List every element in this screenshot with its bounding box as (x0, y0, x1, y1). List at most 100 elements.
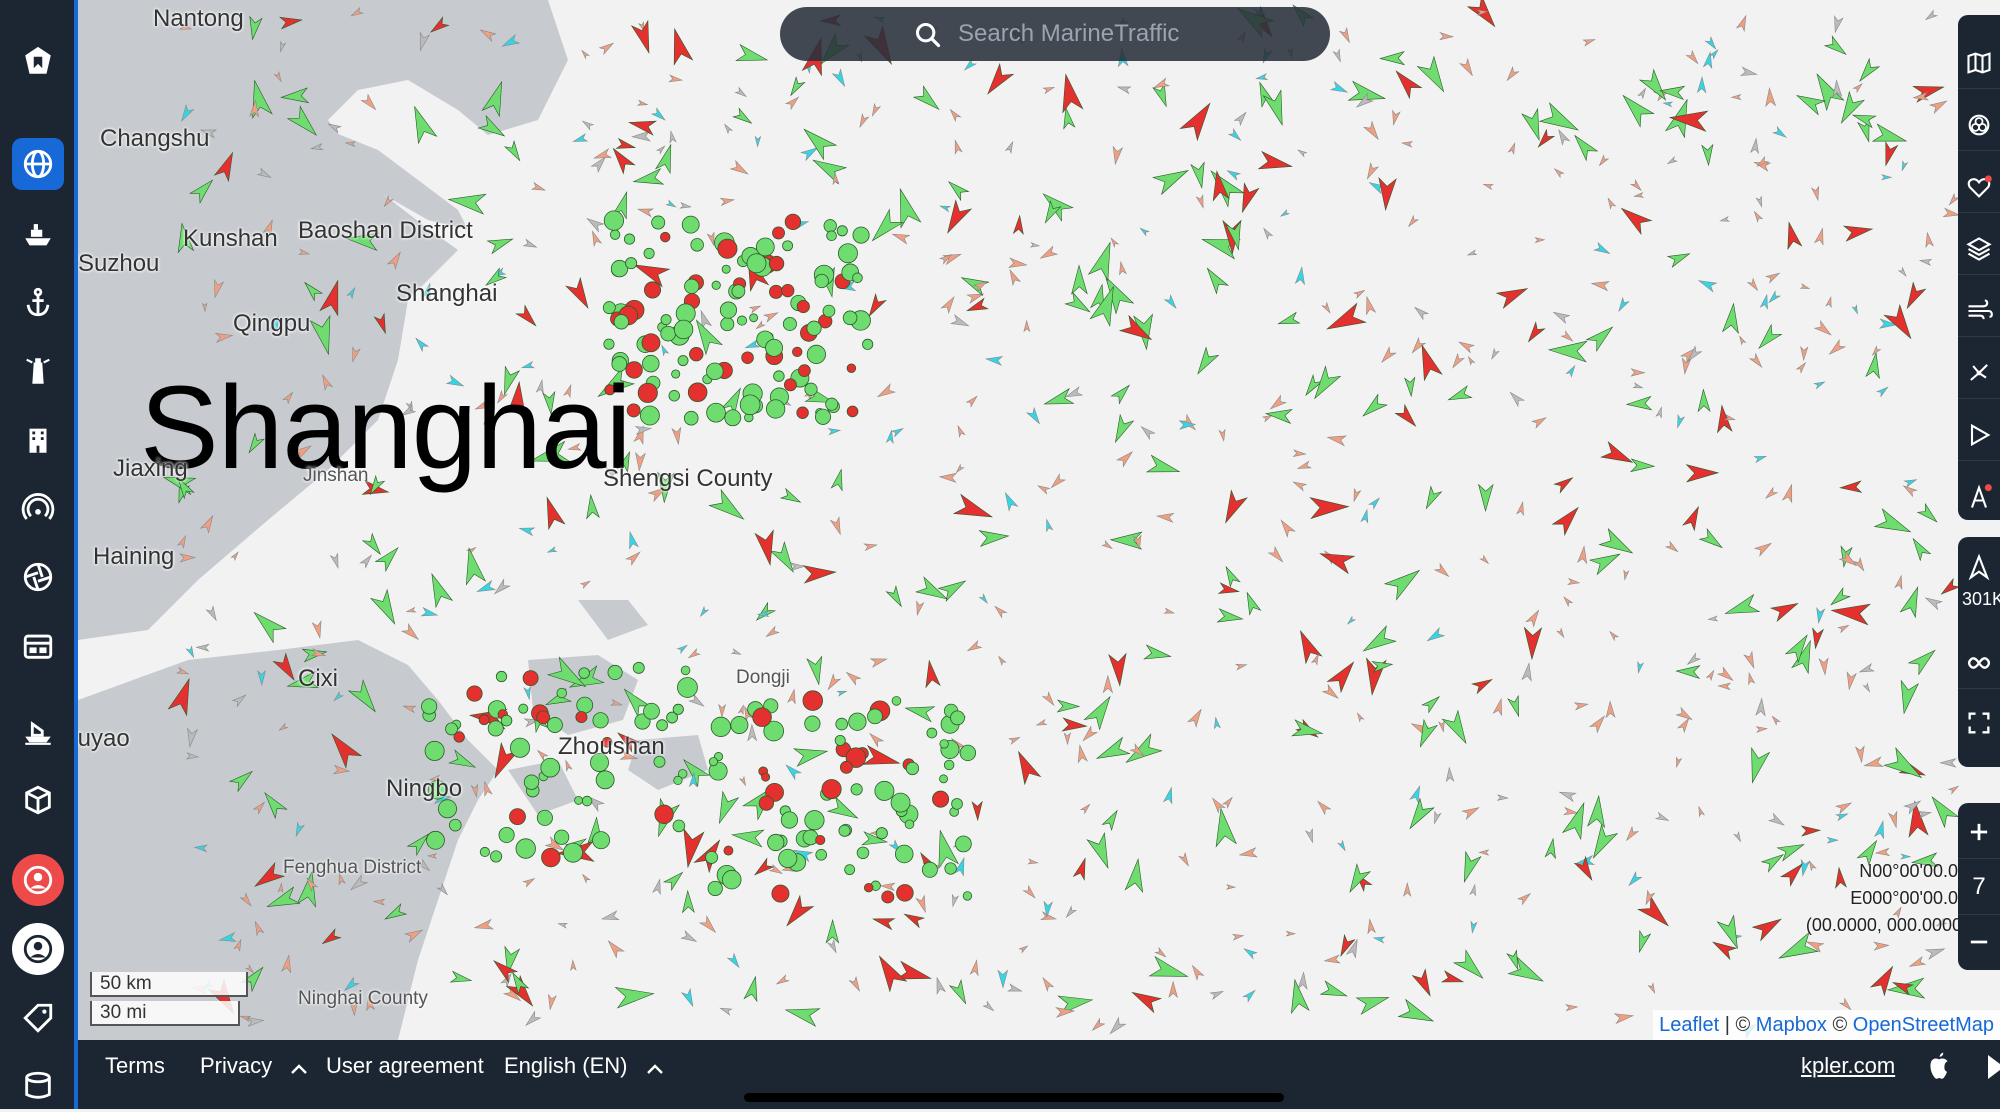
vessel-marker[interactable] (614, 983, 655, 1009)
anchored-vessel-marker[interactable] (575, 711, 588, 724)
vessel-marker[interactable] (492, 578, 511, 597)
vessel-marker[interactable] (1117, 260, 1127, 276)
vessel-marker[interactable] (1743, 650, 1758, 670)
vessel-marker[interactable] (1022, 884, 1037, 901)
vessel-marker[interactable] (718, 703, 727, 719)
vessel-marker[interactable] (1414, 718, 1439, 750)
vessel-marker[interactable] (827, 427, 842, 436)
vessel-marker[interactable] (424, 571, 454, 609)
vessel-marker[interactable] (1753, 540, 1773, 557)
anchored-vessel-marker[interactable] (723, 845, 734, 856)
vessel-marker[interactable] (1582, 37, 1596, 47)
vessel-marker[interactable] (1769, 597, 1801, 623)
vessel-marker[interactable] (938, 203, 952, 213)
vessel-marker[interactable] (1347, 80, 1388, 108)
vessel-marker[interactable] (1371, 659, 1394, 673)
vessel-marker[interactable] (879, 882, 896, 892)
vessel-marker[interactable] (1018, 944, 1029, 954)
vessel-marker[interactable] (1489, 347, 1500, 360)
vessel-marker[interactable] (1115, 449, 1135, 468)
anchored-vessel-marker[interactable] (959, 744, 977, 762)
vessel-marker[interactable] (1561, 800, 1593, 841)
vessel-marker[interactable] (1567, 577, 1581, 586)
vessel-marker[interactable] (1569, 131, 1599, 162)
anchored-vessel-marker[interactable] (856, 846, 870, 860)
anchored-vessel-marker[interactable] (563, 842, 583, 863)
vessel-marker[interactable] (636, 205, 654, 218)
vessel-marker[interactable] (1632, 382, 1644, 390)
vessel-marker[interactable] (579, 579, 592, 590)
vessel-marker[interactable] (1192, 346, 1220, 377)
anchored-vessel-marker[interactable] (768, 255, 785, 272)
vessel-marker[interactable] (1189, 963, 1205, 981)
anchored-vessel-marker[interactable] (943, 759, 955, 771)
anchored-vessel-marker[interactable] (894, 844, 914, 864)
vessel-marker[interactable] (1874, 847, 1891, 857)
vessel-marker[interactable] (581, 873, 591, 884)
vessel-marker[interactable] (1717, 682, 1732, 691)
vessel-marker[interactable] (681, 889, 695, 914)
vessel-marker[interactable] (248, 606, 287, 644)
vessel-marker[interactable] (1326, 432, 1348, 447)
vessel-marker[interactable] (1764, 486, 1779, 501)
box-icon[interactable] (12, 774, 64, 826)
vessel-marker[interactable] (1416, 55, 1451, 97)
tag-icon[interactable] (12, 992, 64, 1044)
vessel-marker[interactable] (1562, 595, 1574, 608)
vessel-marker[interactable] (626, 530, 639, 550)
anchored-vessel-marker[interactable] (769, 284, 784, 299)
vessel-marker[interactable] (1238, 847, 1258, 860)
vessel-marker[interactable] (1366, 918, 1376, 935)
anchored-vessel-marker[interactable] (950, 710, 965, 726)
anchored-vessel-marker[interactable] (804, 715, 821, 732)
anchored-vessel-marker[interactable] (424, 740, 445, 761)
vessel-marker[interactable] (738, 775, 748, 787)
anchored-vessel-marker[interactable] (731, 284, 746, 299)
vessel-marker[interactable] (1781, 483, 1797, 504)
anchored-vessel-marker[interactable] (602, 301, 616, 315)
vessel-marker[interactable] (1467, 355, 1476, 366)
vessel-marker[interactable] (195, 643, 210, 652)
vessel-marker[interactable] (1675, 665, 1701, 679)
live-map-icon[interactable] (12, 138, 64, 190)
vessel-marker[interactable] (1516, 891, 1532, 906)
anchored-vessel-marker[interactable] (518, 703, 529, 714)
vessel-marker[interactable] (1721, 302, 1742, 335)
vessel-marker[interactable] (557, 921, 569, 929)
vessel-marker[interactable] (1590, 279, 1610, 292)
anchored-vessel-marker[interactable] (623, 233, 636, 245)
vessel-marker[interactable] (1227, 128, 1243, 143)
vessel-marker[interactable] (1027, 858, 1039, 865)
vessel-marker[interactable] (1492, 697, 1505, 717)
vessel-marker[interactable] (1359, 625, 1397, 658)
search-input[interactable] (956, 19, 1330, 49)
anchored-vessel-marker[interactable] (717, 238, 738, 259)
anchored-vessel-marker[interactable] (445, 722, 458, 736)
anchored-vessel-marker[interactable] (782, 317, 797, 331)
vessel-marker[interactable] (608, 144, 636, 175)
vessel-marker[interactable] (1007, 257, 1028, 270)
vessel-marker[interactable] (1044, 518, 1054, 533)
vessel-marker[interactable] (914, 600, 925, 616)
anchored-vessel-marker[interactable] (815, 848, 828, 861)
vessel-marker[interactable] (1585, 321, 1618, 353)
anchored-vessel-marker[interactable] (875, 827, 888, 840)
vessel-marker[interactable] (948, 108, 962, 123)
vessel-marker[interactable] (743, 975, 762, 1003)
anchored-vessel-marker[interactable] (836, 225, 848, 237)
vessel-marker[interactable] (1152, 162, 1192, 196)
vessel-marker[interactable] (915, 894, 929, 914)
vessel-marker[interactable] (1521, 662, 1534, 682)
anchored-vessel-marker[interactable] (926, 727, 938, 739)
vessel-marker[interactable] (1818, 657, 1829, 676)
vessel-marker[interactable] (1823, 35, 1850, 59)
vessel-marker[interactable] (1225, 884, 1237, 890)
anchored-vessel-marker[interactable] (536, 809, 553, 826)
anchored-vessel-marker[interactable] (862, 338, 874, 350)
anchored-vessel-marker[interactable] (720, 317, 735, 332)
vessel-marker[interactable] (1143, 644, 1172, 663)
vessel-marker[interactable] (598, 40, 616, 56)
vessel-marker[interactable] (1124, 858, 1147, 894)
vessel-marker[interactable] (522, 876, 536, 888)
search-bar[interactable] (780, 7, 1330, 61)
